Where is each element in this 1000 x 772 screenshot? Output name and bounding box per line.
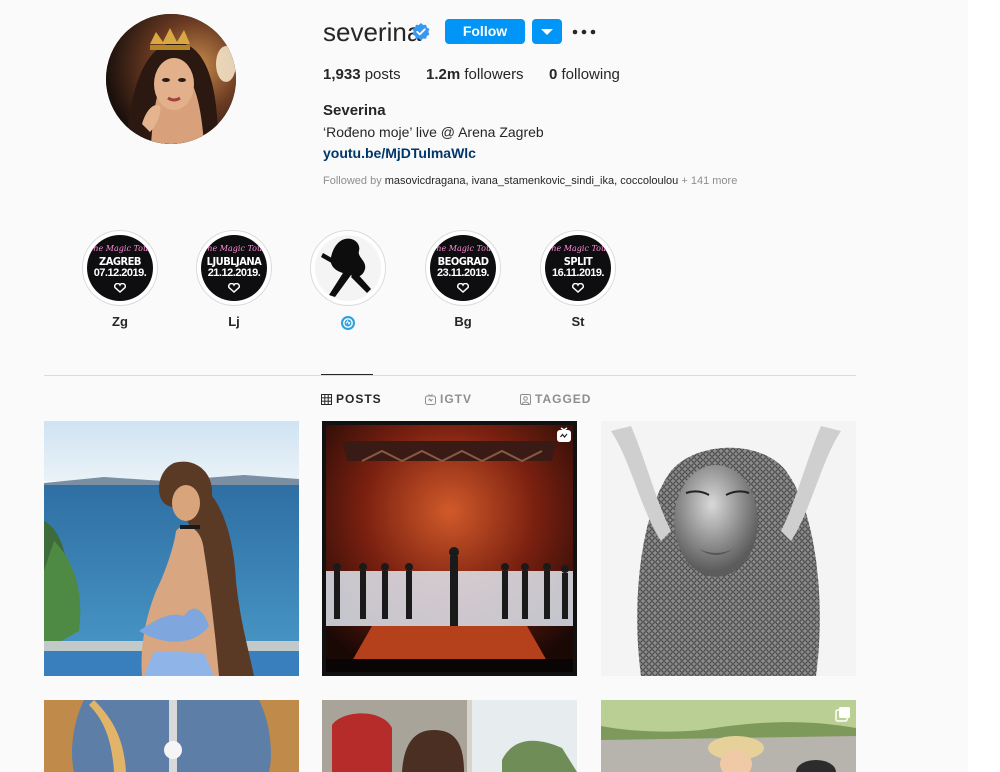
post-image — [322, 421, 577, 676]
highlight-cover: The Magic Tour ZAGREB 07.12.2019. — [82, 230, 158, 306]
highlight-label: Zg — [112, 314, 128, 329]
highlight-tour-text: The Magic Tour — [546, 244, 610, 253]
tagged-icon — [520, 394, 531, 405]
highlight-date-text: 07.12.2019. — [93, 267, 147, 279]
highlight-cover: The Magic Tour BEOGRAD 23.11.2019. — [425, 230, 501, 306]
heart-logo-icon — [228, 283, 240, 293]
highlight-date-text: 21.12.2019. — [207, 267, 261, 279]
story-highlight[interactable]: The Magic Tour ZAGREB 07.12.2019. Zg — [82, 230, 158, 329]
story-highlight[interactable]: The Magic Tour BEOGRAD 23.11.2019. Bg — [425, 230, 501, 329]
followed-by-user[interactable]: coccoloulou — [620, 175, 678, 187]
highlight-date-text: 23.11.2019. — [436, 267, 490, 279]
post-thumbnail[interactable] — [601, 700, 856, 772]
igtv-post-icon — [557, 427, 571, 442]
followed-by-more[interactable]: + 141 more — [681, 175, 737, 187]
post-thumbnail[interactable] — [44, 421, 299, 676]
followed-by-user[interactable]: ivana_stamenkovic_sindi_ika — [472, 175, 614, 187]
highlight-tour-text: The Magic Tour — [88, 244, 152, 253]
post-image — [44, 421, 299, 676]
profile-external-link[interactable]: youtu.be/MjDTulmaWlc — [323, 144, 476, 162]
posts-label: posts — [364, 66, 401, 83]
post-image — [44, 700, 299, 772]
story-highlight[interactable]: The Magic Tour SPLIT 16.11.2019. St — [540, 230, 616, 329]
tab-igtv[interactable]: IGTV — [425, 392, 472, 406]
highlight-cover: The Magic Tour LJUBLJANA 21.12.2019. — [196, 230, 272, 306]
highlight-label: Bg — [454, 314, 472, 329]
tab-label: IGTV — [440, 392, 473, 406]
following-count: 0 — [549, 66, 558, 83]
followed-by-user[interactable]: masovicdragana — [385, 175, 466, 187]
tab-tagged[interactable]: TAGGED — [520, 392, 591, 406]
carousel-icon — [835, 707, 850, 722]
heart-logo-icon — [457, 283, 469, 293]
scrollbar-track[interactable] — [968, 0, 1000, 772]
highlight-tour-text: The Magic Tour — [202, 244, 266, 253]
post-thumbnail[interactable] — [322, 700, 577, 772]
post-image — [601, 421, 856, 676]
tab-label: POSTS — [336, 392, 382, 406]
highlight-cover: The Magic Tour SPLIT 16.11.2019. — [540, 230, 616, 306]
following-stat[interactable]: 0 following — [549, 66, 620, 84]
posts-count: 1,933 — [323, 66, 361, 83]
followers-count: 1.2m — [426, 66, 461, 83]
posts-count-stat: 1,933 posts — [323, 66, 401, 84]
badge-icon — [341, 316, 355, 330]
heart-logo-icon — [572, 283, 584, 293]
highlight-tour-text: The Magic Tour — [431, 244, 495, 253]
dancer-silhouette-image — [321, 238, 371, 297]
story-highlight[interactable] — [310, 230, 386, 330]
followed-by-prefix: Followed by — [323, 175, 382, 187]
post-thumbnail[interactable] — [322, 421, 577, 676]
igtv-icon — [425, 394, 436, 405]
heart-logo-icon — [114, 283, 126, 293]
profile-bio: ‘Rođeno moje’ live @ Arena Zagreb — [323, 124, 544, 140]
more-options-icon[interactable] — [572, 23, 596, 41]
post-thumbnail[interactable] — [44, 700, 299, 772]
suggested-dropdown-button[interactable] — [532, 19, 562, 44]
profile-username: severina — [323, 17, 422, 47]
active-tab-indicator — [321, 374, 373, 375]
followed-by-text[interactable]: Followed by masovicdragana, ivana_stamen… — [323, 174, 737, 188]
profile-full-name: Severina — [323, 102, 386, 119]
tab-label: TAGGED — [535, 392, 592, 406]
highlight-label: St — [571, 314, 585, 329]
post-image — [322, 700, 577, 772]
tab-posts[interactable]: POSTS — [321, 392, 382, 406]
tabs-divider — [44, 375, 856, 376]
profile-avatar[interactable] — [106, 14, 236, 144]
post-thumbnail[interactable] — [601, 421, 856, 676]
chevron-down-icon — [541, 29, 553, 35]
story-highlight[interactable]: The Magic Tour LJUBLJANA 21.12.2019. Lj — [196, 230, 272, 329]
post-image — [601, 700, 856, 772]
followers-label: followers — [464, 66, 524, 83]
follow-button[interactable]: Follow — [445, 19, 525, 44]
highlight-label: Lj — [228, 314, 240, 329]
highlight-date-text: 16.11.2019. — [551, 267, 605, 279]
grid-icon — [321, 394, 332, 405]
highlight-cover — [310, 230, 386, 306]
followers-stat[interactable]: 1.2m followers — [426, 66, 524, 84]
following-label: following — [561, 66, 620, 83]
verified-badge-icon — [412, 23, 430, 41]
